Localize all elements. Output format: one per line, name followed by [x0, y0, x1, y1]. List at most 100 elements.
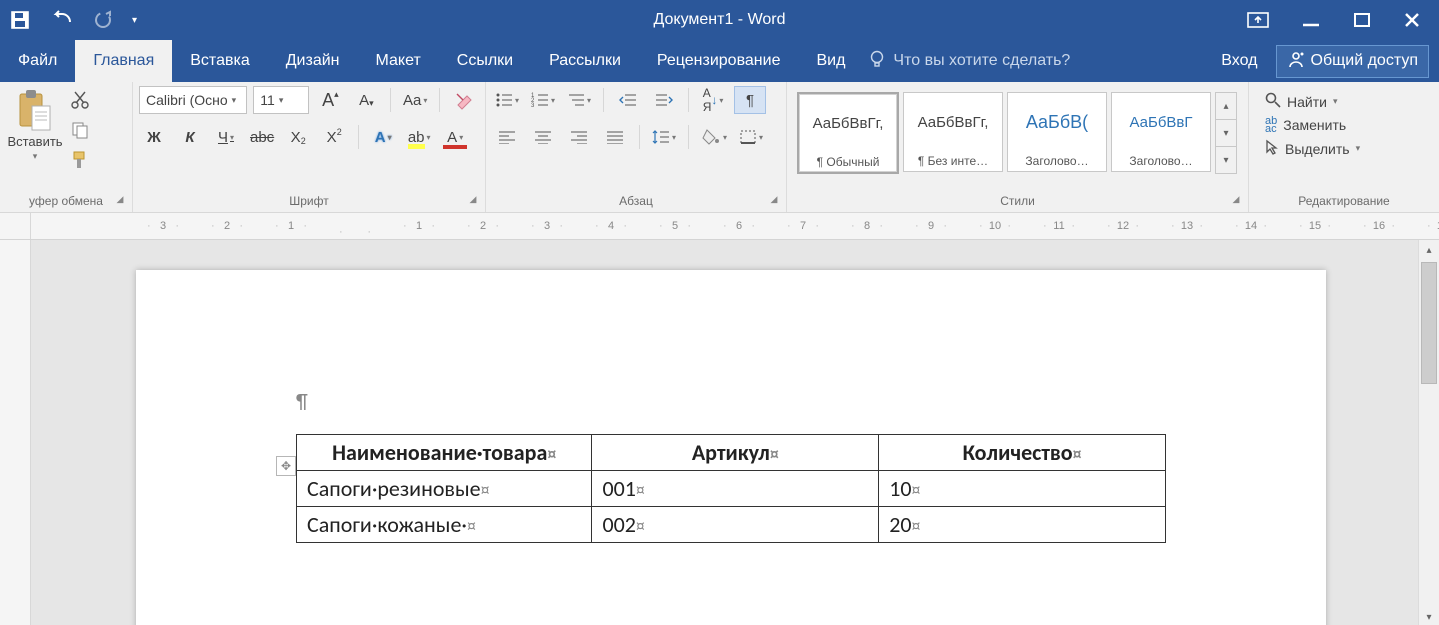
tab-insert[interactable]: Вставка [172, 40, 267, 82]
gallery-up-icon[interactable]: ▴ [1216, 93, 1236, 120]
line-spacing-button[interactable] [649, 124, 679, 150]
grow-font-button[interactable]: A▴ [315, 87, 345, 113]
document-canvas[interactable]: ¶ ✥ Наименование·товара¤ Артикул¤ Количе… [31, 240, 1418, 625]
paragraph-launcher[interactable]: ◢ [766, 192, 782, 208]
copy-button[interactable] [70, 120, 90, 140]
scroll-up-icon[interactable]: ▴ [1419, 240, 1439, 260]
table-cell[interactable]: 001¤ [592, 471, 879, 507]
table-cell[interactable]: Сапоги·резиновые¤ [297, 471, 592, 507]
tell-me-search[interactable]: Что вы хотите сделать? [869, 40, 1070, 82]
select-label: Выделить [1285, 141, 1350, 157]
style-preview: АаБбВвГг, [904, 93, 1002, 151]
find-button[interactable]: Найти ▾ [1265, 92, 1360, 111]
table-cell[interactable]: 20¤ [879, 507, 1166, 543]
highlight-button[interactable]: ab [404, 124, 434, 150]
numbering-button[interactable]: 123 [528, 87, 558, 113]
bullets-button[interactable] [492, 87, 522, 113]
clear-formatting-button[interactable] [449, 87, 479, 113]
redo-icon[interactable] [92, 10, 114, 30]
table-cell[interactable]: Сапоги·кожаные·¤ [297, 507, 592, 543]
minimize-icon[interactable] [1301, 12, 1321, 28]
table-header-cell[interactable]: Количество¤ [879, 435, 1166, 471]
tab-home[interactable]: Главная [75, 40, 172, 82]
table-move-handle[interactable]: ✥ [276, 456, 296, 476]
change-case-button[interactable]: Aa [400, 87, 430, 113]
scroll-thumb[interactable] [1421, 262, 1437, 384]
table-row[interactable]: Сапоги·кожаные·¤ 002¤ 20¤ [297, 507, 1166, 543]
ruler-horizontal[interactable]: 3211234567891011121314151617 [31, 213, 1439, 239]
undo-icon[interactable] [48, 10, 74, 30]
select-button[interactable]: Выделить ▾ [1265, 139, 1360, 158]
scroll-down-icon[interactable]: ▾ [1419, 607, 1439, 625]
styles-launcher[interactable]: ◢ [1228, 192, 1244, 208]
align-center-button[interactable] [528, 124, 558, 150]
decrease-indent-button[interactable] [613, 87, 643, 113]
tab-mailings[interactable]: Рассылки [531, 40, 639, 82]
font-launcher[interactable]: ◢ [465, 192, 481, 208]
tab-file[interactable]: Файл [0, 40, 75, 82]
maximize-icon[interactable] [1353, 12, 1371, 28]
table-header-cell[interactable]: Наименование·товара¤ [297, 435, 592, 471]
style-normal[interactable]: АаБбВвГг, ¶ Обычный [797, 92, 899, 174]
underline-button[interactable]: Ч [211, 124, 241, 150]
borders-button[interactable] [736, 124, 766, 150]
show-marks-button[interactable]: ¶ [734, 86, 766, 114]
increase-indent-button[interactable] [649, 87, 679, 113]
qat-customize-icon[interactable]: ▾ [132, 15, 137, 26]
shrink-font-button[interactable]: A▾ [351, 87, 381, 113]
ruler-vertical[interactable] [0, 240, 31, 625]
tab-review[interactable]: Рецензирование [639, 40, 799, 82]
table-header-row[interactable]: Наименование·товара¤ Артикул¤ Количество… [297, 435, 1166, 471]
style-no-spacing[interactable]: АаБбВвГг, ¶ Без инте… [903, 92, 1003, 172]
document-table[interactable]: Наименование·товара¤ Артикул¤ Количество… [296, 434, 1166, 543]
ribbon-body: Вставить ▾ уфер обмена ◢ [0, 82, 1439, 213]
subscript-button[interactable]: X2 [283, 124, 313, 150]
shading-button[interactable] [698, 124, 730, 150]
save-icon[interactable] [10, 10, 30, 30]
align-right-button[interactable] [564, 124, 594, 150]
close-icon[interactable] [1403, 12, 1421, 28]
table-header-cell[interactable]: Артикул¤ [592, 435, 879, 471]
table-cell[interactable]: 10¤ [879, 471, 1166, 507]
bold-button[interactable]: Ж [139, 124, 169, 150]
superscript-button[interactable]: X2 [319, 124, 349, 150]
table-row[interactable]: Сапоги·резиновые¤ 001¤ 10¤ [297, 471, 1166, 507]
style-heading2[interactable]: АаБбВвГ Заголово… [1111, 92, 1211, 172]
gallery-more-icon[interactable]: ▾ [1216, 147, 1236, 173]
font-size-combo[interactable]: 11▾ [253, 86, 309, 114]
select-icon [1265, 139, 1279, 158]
tab-references[interactable]: Ссылки [439, 40, 531, 82]
ruler-horizontal-area: 3211234567891011121314151617 [0, 213, 1439, 240]
align-left-button[interactable] [492, 124, 522, 150]
share-button[interactable]: Общий доступ [1276, 45, 1430, 78]
multilevel-list-button[interactable] [564, 87, 594, 113]
italic-button[interactable]: К [175, 124, 205, 150]
title-bar: ▾ Документ1 - Word [0, 0, 1439, 40]
style-preview: АаБбВ( [1008, 93, 1106, 151]
strikethrough-button[interactable]: abc [247, 124, 277, 150]
tab-view[interactable]: Вид [798, 40, 863, 82]
cut-button[interactable] [70, 90, 90, 110]
font-name-combo[interactable]: Calibri (Осно▾ [139, 86, 247, 114]
style-heading1[interactable]: АаБбВ( Заголово… [1007, 92, 1107, 172]
vertical-scrollbar[interactable]: ▴ ▾ [1418, 240, 1439, 625]
gallery-down-icon[interactable]: ▾ [1216, 120, 1236, 147]
tab-layout[interactable]: Макет [358, 40, 439, 82]
table-cell[interactable]: 002¤ [592, 507, 879, 543]
justify-button[interactable] [600, 124, 630, 150]
paste-label: Вставить [7, 134, 62, 149]
replace-button[interactable]: abac Заменить [1265, 117, 1360, 133]
text-effects-button[interactable]: A [368, 124, 398, 150]
sign-in-link[interactable]: Вход [1209, 52, 1269, 70]
page[interactable]: ¶ ✥ Наименование·товара¤ Артикул¤ Количе… [136, 270, 1326, 625]
ribbon-display-options-icon[interactable] [1247, 12, 1269, 28]
tab-design[interactable]: Дизайн [268, 40, 358, 82]
sort-button[interactable]: АЯ↓ [698, 87, 728, 113]
clipboard-launcher[interactable]: ◢ [112, 192, 128, 208]
paragraph[interactable]: ¶ [296, 390, 1166, 414]
font-color-button[interactable]: A [440, 124, 470, 150]
style-name: ¶ Без инте… [916, 151, 990, 171]
paste-button[interactable]: Вставить ▾ [6, 86, 64, 162]
format-painter-button[interactable] [70, 150, 90, 170]
group-paragraph-label: Абзац [486, 194, 786, 212]
